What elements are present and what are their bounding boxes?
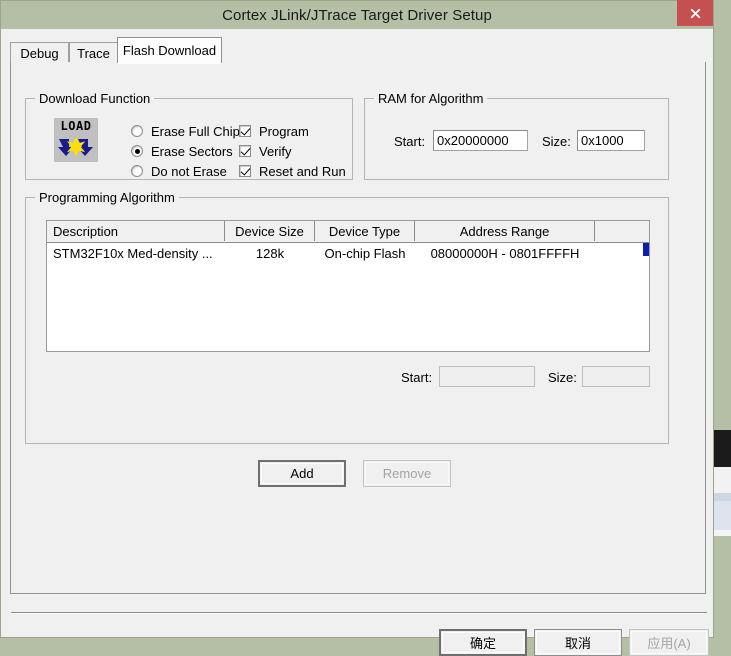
- radio-erase-sectors-indicator: [131, 145, 143, 157]
- column-header-device-type[interactable]: Device Type: [315, 221, 415, 241]
- cell-device-size: 128k: [255, 245, 285, 261]
- radio-erase-full-chip[interactable]: Erase Full Chip: [131, 123, 240, 139]
- tab-trace-label: Trace: [77, 45, 110, 61]
- checkbox-reset-and-run-label: Reset and Run: [259, 163, 346, 179]
- window-title: Cortex JLink/JTrace Target Driver Setup: [222, 6, 492, 24]
- tab-debug[interactable]: Debug: [10, 42, 69, 63]
- algorithm-size-input[interactable]: [582, 366, 650, 387]
- column-header-address-range[interactable]: Address Range: [415, 221, 595, 241]
- cell-description: STM32F10x Med-density ...: [53, 245, 213, 261]
- radio-do-not-erase-indicator: [131, 165, 143, 177]
- column-header-device-size[interactable]: Device Size: [225, 221, 315, 241]
- title-bar: Cortex JLink/JTrace Target Driver Setup: [1, 0, 713, 29]
- checkbox-verify[interactable]: Verify: [239, 143, 292, 159]
- cancel-button[interactable]: 取消: [534, 629, 622, 656]
- column-header-extra[interactable]: [595, 221, 649, 241]
- remove-button-label: Remove: [382, 466, 432, 481]
- table-header-row: Description Device Size Device Type Addr…: [47, 221, 649, 243]
- download-function-group: Download Function LOAD Erase Full Chip E: [25, 91, 353, 180]
- ok-button[interactable]: 确定: [439, 629, 527, 656]
- tab-page-flash-download: Download Function LOAD Erase Full Chip E: [10, 62, 706, 594]
- close-icon[interactable]: [677, 0, 713, 26]
- programming-algorithm-group: Programming Algorithm Description Device…: [25, 190, 669, 444]
- add-button-label: Add: [290, 466, 314, 481]
- programming-algorithm-table[interactable]: Description Device Size Device Type Addr…: [46, 220, 650, 352]
- checkbox-reset-and-run[interactable]: Reset and Run: [239, 163, 346, 179]
- radio-erase-sectors[interactable]: Erase Sectors: [131, 143, 233, 159]
- tab-flash-download-label: Flash Download: [122, 43, 217, 58]
- radio-erase-full-chip-label: Erase Full Chip: [151, 123, 240, 139]
- background-dark-strip: [712, 430, 731, 467]
- download-function-title: Download Function: [35, 91, 155, 106]
- load-icon: LOAD: [54, 118, 98, 162]
- radio-do-not-erase-label: Do not Erase: [151, 163, 227, 179]
- ok-button-label: 确定: [469, 636, 496, 651]
- algorithm-start-label: Start:: [401, 370, 433, 385]
- table-row[interactable]: STM32F10x Med-density ... 128k On-chip F…: [47, 243, 649, 263]
- radio-do-not-erase[interactable]: Do not Erase: [131, 163, 227, 179]
- checkbox-program[interactable]: Program: [239, 123, 309, 139]
- radio-erase-full-chip-indicator: [131, 125, 143, 137]
- checkbox-verify-indicator: [239, 145, 251, 157]
- ram-start-input[interactable]: 0x20000000: [433, 130, 528, 151]
- background-panel-1: [712, 467, 731, 493]
- checkbox-program-indicator: [239, 125, 251, 137]
- checkbox-program-label: Program: [259, 123, 309, 139]
- dialog-client-area: Debug Trace Flash Download Download Func…: [2, 29, 712, 656]
- radio-erase-sectors-label: Erase Sectors: [151, 143, 233, 159]
- tab-debug-label: Debug: [20, 45, 59, 61]
- background-panel-4: [712, 530, 731, 536]
- algorithm-size-label: Size:: [548, 370, 577, 385]
- ram-size-label: Size:: [542, 134, 571, 149]
- checkbox-reset-and-run-indicator: [239, 165, 251, 177]
- ram-start-label: Start:: [394, 134, 426, 149]
- apply-button-label: 应用(A): [647, 636, 691, 651]
- background-panel-3: [712, 501, 731, 530]
- tab-active-rail-mask: [118, 62, 221, 64]
- checkbox-verify-label: Verify: [259, 143, 292, 159]
- tab-flash-download[interactable]: Flash Download: [117, 37, 222, 63]
- row-selection-marker: [643, 243, 649, 256]
- programming-algorithm-title: Programming Algorithm: [35, 190, 179, 205]
- apply-button: 应用(A): [629, 629, 709, 656]
- target-driver-setup-dialog: Cortex JLink/JTrace Target Driver Setup …: [0, 0, 714, 656]
- ram-for-algorithm-group: RAM for Algorithm Start: 0x20000000 Size…: [364, 91, 669, 180]
- algorithm-start-input[interactable]: [439, 366, 535, 387]
- background-panel-2: [712, 493, 731, 501]
- tab-strip: Debug Trace Flash Download: [10, 37, 706, 64]
- cell-address-range: 08000000H - 0801FFFFH: [430, 245, 580, 261]
- cancel-button-label: 取消: [564, 636, 591, 651]
- ram-for-algorithm-title: RAM for Algorithm: [374, 91, 488, 106]
- tab-trace[interactable]: Trace: [69, 42, 118, 63]
- column-header-description[interactable]: Description: [47, 221, 225, 241]
- add-button[interactable]: Add: [258, 460, 346, 487]
- cell-device-type: On-chip Flash: [324, 245, 406, 261]
- remove-button: Remove: [363, 460, 451, 487]
- ram-size-input[interactable]: 0x1000: [577, 130, 645, 151]
- footer-separator: [11, 612, 707, 614]
